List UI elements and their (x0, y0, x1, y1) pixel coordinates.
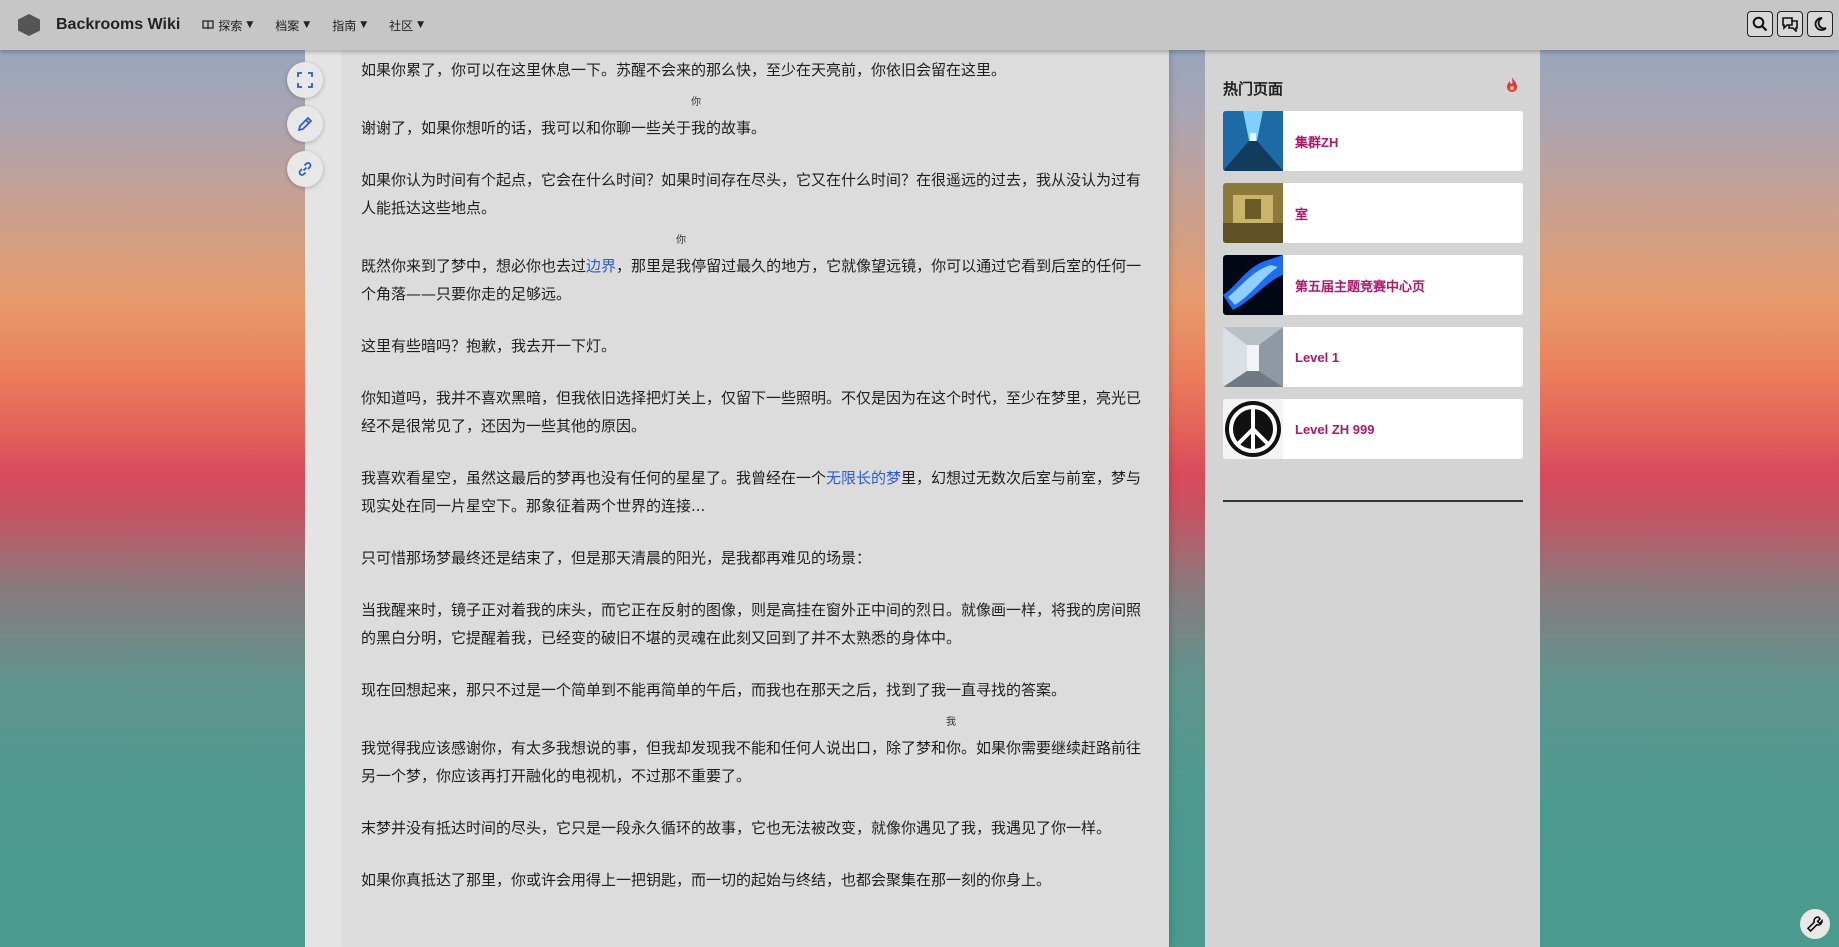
trending-item[interactable]: 室 (1223, 183, 1523, 243)
nav-explore[interactable]: 探索 ▼ (202, 17, 253, 34)
article-body: 如果你累了，你可以在这里休息一下。苏醒不会来的那么快，至少在天亮前，你依旧会留在… (361, 56, 1147, 918)
ruby-note: 我 (946, 717, 957, 728)
nav-explore-label: 探索 (218, 18, 243, 33)
trending-title: 热门页面 (1223, 80, 1284, 98)
paragraph: 现在回想起来，那只不过是一个简单到不能再简单的午后，而我也在那天之后，找到了我一… (361, 681, 1067, 699)
blue-corridor-thumbnail (1223, 111, 1283, 171)
chat-button[interactable] (1777, 11, 1803, 37)
trending-item[interactable]: Level 1 (1223, 327, 1523, 387)
nav-guide-label: 指南 (332, 18, 357, 33)
wiki-logo-icon[interactable] (18, 14, 40, 36)
paragraph: 如果你真抵达了那里，你或许会用得上一把钥匙，而一切的起始与终结，也都会聚集在那一… (361, 871, 1052, 889)
theme-toggle-button[interactable] (1807, 11, 1833, 37)
search-icon (1752, 16, 1768, 32)
fire-icon (1507, 77, 1517, 92)
copy-link-button[interactable] (287, 151, 323, 187)
ruby-annotation: 你我 (691, 98, 707, 142)
paragraph: 我觉得我应该感谢你，有太多我想说的事，但我却发现我不能和任何人说出口，除了梦和我… (361, 718, 1147, 790)
site-title[interactable]: Backrooms Wiki (56, 16, 180, 34)
caret-down-icon: ▼ (417, 20, 425, 30)
search-button[interactable] (1747, 11, 1773, 37)
caret-down-icon: ▼ (303, 20, 311, 30)
paragraph: 如果你认为时间有个起点，它会在什么时间？如果时间存在尽头，它又在什么时间？在很遥… (361, 171, 1142, 217)
fullscreen-icon (297, 72, 313, 88)
paragraph: 我喜欢看星空，虽然这最后的梦再也没有任何的星星了。我曾经在一个无限长的梦里，幻想… (361, 464, 1147, 520)
ruby-annotation: 我你 (946, 718, 962, 762)
book-icon (202, 20, 214, 30)
paragraph: 谢谢了，如果你想听的话，我可以和你聊一些关于你我的故事。 (361, 98, 1147, 142)
ruby-base: 我 (691, 119, 707, 137)
edit-button[interactable] (287, 106, 323, 142)
fullscreen-button[interactable] (287, 62, 323, 98)
wrench-icon (1806, 916, 1823, 933)
blue-glow-thumbnail (1223, 255, 1283, 315)
chat-icon (1782, 17, 1798, 32)
nav-community[interactable]: 社区 ▼ (389, 17, 424, 34)
grey-hallway-thumbnail (1223, 327, 1283, 387)
trending-item[interactable]: 集群ZH (1223, 111, 1523, 171)
trending-item-label: 第五届主题竞赛中心页 (1295, 278, 1426, 294)
ruby-note: 你 (676, 235, 687, 246)
edit-icon (297, 116, 313, 132)
trending-item[interactable]: Level ZH 999 (1223, 399, 1523, 459)
ruby-base: 你 (946, 739, 962, 757)
link-icon (298, 162, 312, 176)
paragraph-text: 我喜欢看星空，虽然这最后的梦再也没有任何的星星了。我曾经在一个 (361, 469, 827, 487)
paragraph-text: 谢谢了，如果你想听的话，我可以和你聊一些关于 (361, 119, 692, 137)
link-boundary[interactable]: 边界 (586, 257, 616, 275)
paragraph-text: ，那里是 (616, 257, 677, 275)
paragraph: 既然你来到了梦中，想必你也去过边界，那里是你我停留过最久的地方，它就像望远镜，你… (361, 236, 1147, 308)
sidebar-divider (1223, 500, 1523, 502)
trending-item-label: 室 (1295, 206, 1309, 222)
trending-item[interactable]: 第五届主题竞赛中心页 (1223, 255, 1523, 315)
ruby-annotation: 你我 (676, 236, 692, 280)
ruby-base: 我 (676, 257, 692, 275)
paragraph-text: 我觉得我应该感谢你，有太多我想说的事，但我却发现我不能和任何人说出口，除了梦和 (361, 739, 947, 757)
nav-guide[interactable]: 指南 ▼ (332, 17, 367, 34)
caret-down-icon: ▼ (246, 20, 254, 30)
trending-item-label: Level 1 (1295, 349, 1340, 365)
trending-item-label: Level ZH 999 (1295, 421, 1375, 437)
paragraph: 当我醒来时，镜子正对着我的床头，而它正在反射的图像，则是高挂在窗外正中间的烈日。… (361, 601, 1142, 647)
paragraph: 如果你累了，你可以在这里休息一下。苏醒不会来的那么快，至少在天亮前，你依旧会留在… (361, 61, 1007, 79)
nav-archive[interactable]: 档案 ▼ (275, 17, 310, 34)
nav-community-label: 社区 (389, 18, 414, 33)
link-infinite-dream[interactable]: 无限长的梦 (826, 469, 901, 487)
top-navbar: Backrooms Wiki 探索 ▼ 档案 ▼ 指南 ▼ 社区 ▼ (0, 0, 1839, 50)
paragraph-text: 既然你来到了梦中，想必你也去过 (361, 257, 587, 275)
trending-item-label: 集群ZH (1295, 134, 1339, 150)
paragraph: 你知道吗，我并不喜欢黑暗，但我依旧选择把灯关上，仅留下一些照明。不仅是因为在这个… (361, 389, 1142, 435)
settings-tool-button[interactable] (1800, 909, 1830, 939)
yellow-room-thumbnail (1223, 183, 1283, 243)
peace-symbol-thumbnail (1223, 399, 1283, 459)
moon-icon (1814, 17, 1827, 31)
nav-archive-label: 档案 (275, 18, 300, 33)
paragraph: 末梦并没有抵达时间的尽头，它只是一段永久循环的故事，它也无法被改变，就像你遇见了… (361, 819, 1112, 837)
caret-down-icon: ▼ (360, 20, 368, 30)
ruby-note: 你 (691, 97, 702, 108)
paragraph-text: 的故事。 (706, 119, 767, 137)
paragraph: 只可惜那场梦最终还是结束了，但是那天清晨的阳光，是我都再难见的场景： (361, 549, 872, 567)
paragraph: 这里有些暗吗？抱歉，我去开一下灯。 (361, 337, 617, 355)
